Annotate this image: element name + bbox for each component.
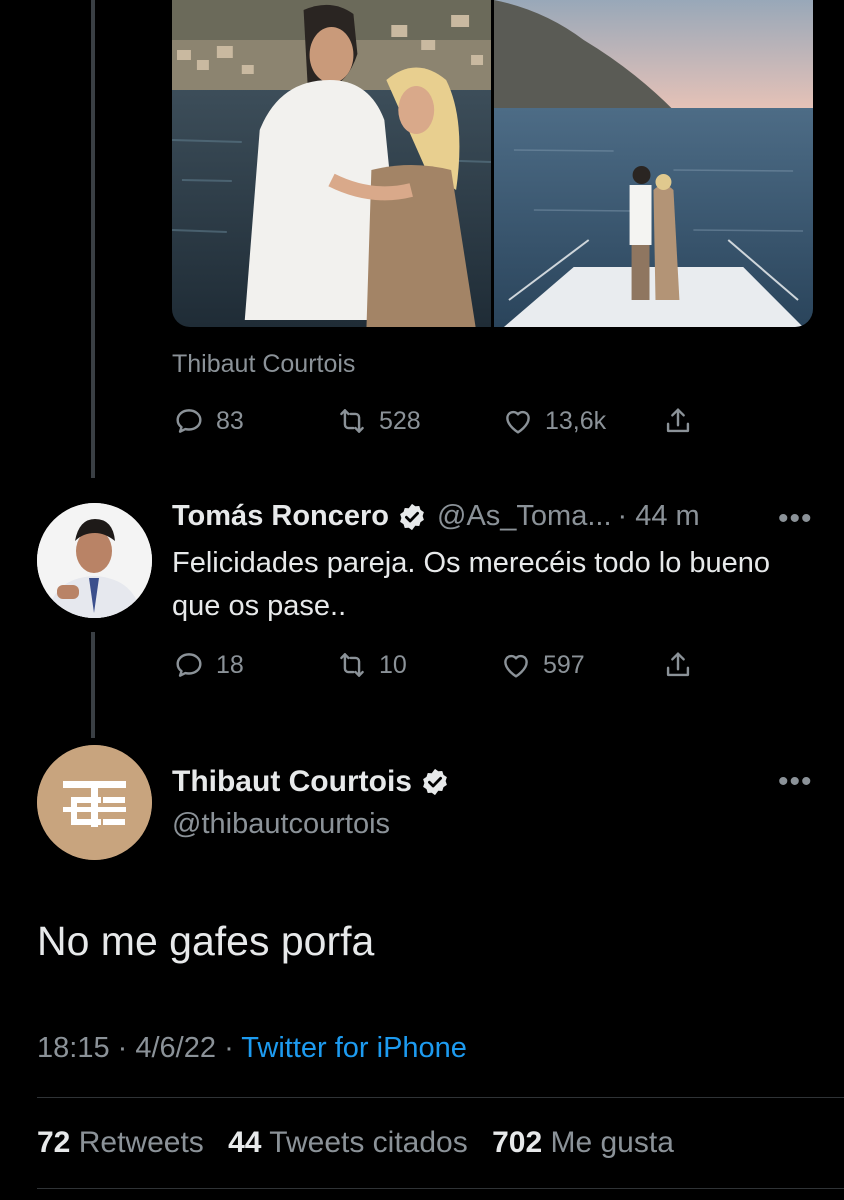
heart-icon <box>506 410 530 434</box>
like-count: 13,6k <box>545 406 607 435</box>
main-author-name[interactable]: Thibaut Courtois <box>172 765 412 799</box>
retweet-count: 528 <box>379 406 421 435</box>
share-icon <box>666 408 690 433</box>
share-button[interactable] <box>661 404 695 438</box>
retweets-label: Retweets <box>78 1126 204 1159</box>
quotes-stat[interactable]: 44 Tweets citados <box>228 1126 468 1159</box>
main-more-button[interactable]: ••• <box>778 765 813 799</box>
verified-badge-icon <box>397 502 427 532</box>
like-button[interactable]: 13,6k <box>501 404 661 438</box>
reply-tweet-actions: 18 10 597 <box>172 648 695 682</box>
reply-more-button[interactable]: ••• <box>778 502 813 536</box>
reply-icon <box>176 653 202 677</box>
thread-line-bottom <box>91 632 95 738</box>
like-button[interactable]: 597 <box>499 648 661 682</box>
meta-separator: · <box>224 1032 242 1064</box>
retweets-stat[interactable]: 72 Retweets <box>37 1126 204 1159</box>
media-caption: Thibaut Courtois <box>172 350 356 378</box>
main-tweet-text: No me gafes porfa <box>37 918 375 964</box>
retweet-icon <box>340 409 364 433</box>
retweets-count: 72 <box>37 1126 71 1159</box>
reply-count: 83 <box>216 406 244 435</box>
main-author-name-row: Thibaut Courtois <box>172 765 450 799</box>
tc-logo-icon <box>37 745 152 860</box>
photo-couple-boat-image <box>494 0 813 327</box>
retweet-button[interactable]: 10 <box>335 648 499 682</box>
tweet-source-link[interactable]: Twitter for iPhone <box>241 1032 467 1064</box>
likes-stat[interactable]: 702 Me gusta <box>492 1126 674 1159</box>
reply-author-handle[interactable]: @As_Toma... <box>437 500 612 533</box>
divider <box>37 1188 844 1189</box>
retweet-count: 10 <box>379 650 407 679</box>
meta-separator: · <box>117 1032 136 1064</box>
retweet-icon <box>340 653 364 677</box>
avatar-tomas-roncero[interactable] <box>37 503 152 618</box>
tweet-time: 18:15 <box>37 1032 110 1064</box>
thread-line-top <box>91 0 95 478</box>
avatar-thibaut-courtois[interactable] <box>37 745 152 860</box>
share-icon <box>666 652 690 677</box>
reply-icon <box>176 409 202 433</box>
quotes-label: Tweets citados <box>269 1126 468 1159</box>
photo-couple-boat[interactable] <box>494 0 813 327</box>
likes-label: Me gusta <box>550 1126 674 1159</box>
tweet-stats: 72 Retweets 44 Tweets citados 702 Me gus… <box>37 1126 690 1160</box>
avatar-tomas-roncero-image <box>37 503 152 618</box>
photo-couple-harbor[interactable] <box>172 0 491 327</box>
retweet-button[interactable]: 528 <box>335 404 501 438</box>
tweet-meta: 18:15 · 4/6/22 · Twitter for iPhone <box>37 1032 467 1065</box>
reply-time: · 44 m <box>617 500 700 532</box>
reply-text: Felicidades pareja. Os merecéis todo lo … <box>172 547 771 622</box>
reply-button[interactable]: 18 <box>172 648 335 682</box>
reply-author-name[interactable]: Tomás Roncero <box>172 500 389 533</box>
reply-header: Tomás Roncero @As_Toma... · 44 m <box>172 500 812 533</box>
tweet-date: 4/6/22 <box>135 1032 216 1064</box>
reply-count: 18 <box>216 650 244 679</box>
divider <box>37 1097 844 1098</box>
share-button[interactable] <box>661 648 695 682</box>
tweet-media[interactable] <box>172 0 813 327</box>
quotes-count: 44 <box>228 1126 262 1159</box>
previous-tweet-actions: 83 528 13,6k <box>172 404 695 438</box>
main-author-handle[interactable]: @thibautcourtois <box>172 808 390 841</box>
verified-badge-icon <box>420 767 450 797</box>
photo-couple-harbor-image <box>172 0 491 327</box>
heart-icon <box>504 654 528 678</box>
likes-count: 702 <box>492 1126 543 1159</box>
reply-button[interactable]: 83 <box>172 404 335 438</box>
like-count: 597 <box>543 650 585 679</box>
